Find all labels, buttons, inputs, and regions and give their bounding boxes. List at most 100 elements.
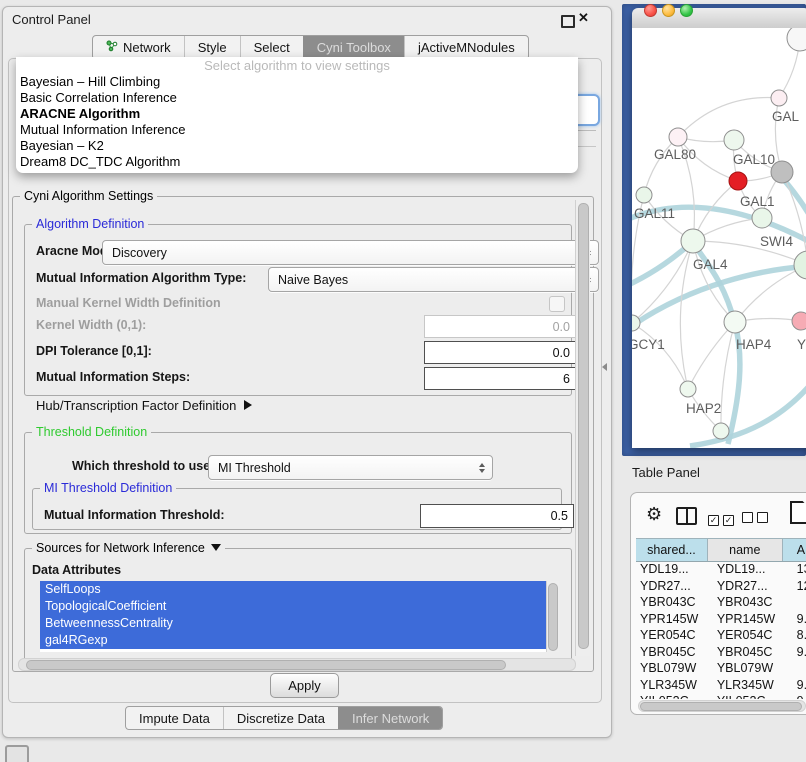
algorithm-option-bayesian-hill-climbing[interactable]: Bayesian – Hill Climbing [16, 74, 578, 90]
attribute-item-selfloops[interactable]: SelfLoops [40, 581, 546, 598]
settings-horizontal-scrollbar[interactable] [18, 658, 576, 671]
window-zoom-icon[interactable] [680, 4, 693, 17]
network-node-gal1[interactable] [729, 172, 747, 190]
table-row[interactable]: YDR27...YDR27...12 [636, 578, 806, 595]
mi-steps-field[interactable]: 6 [424, 367, 576, 390]
network-node-gal80[interactable] [669, 128, 687, 146]
background-groupbox-line [578, 130, 596, 131]
scrollbar-thumb[interactable] [26, 660, 506, 670]
network-node-gal[interactable] [771, 90, 787, 106]
network-node-hap4[interactable] [724, 311, 746, 333]
tab-select[interactable]: Select [240, 36, 303, 59]
table-cell: YBR045C [636, 644, 713, 661]
docked-panel-icon[interactable] [5, 745, 29, 762]
table-header-row: shared...nameA [636, 538, 806, 562]
network-node-swi4[interactable] [752, 208, 772, 228]
column-header-name[interactable]: name [708, 539, 783, 561]
attribute-item-betweennesscentrality[interactable]: BetweennessCentrality [40, 615, 546, 632]
settings-vertical-scrollbar[interactable] [575, 200, 590, 656]
table-cell: YDR27... [713, 578, 793, 595]
network-edge[interactable] [632, 323, 688, 389]
network-node-gal11[interactable] [636, 187, 652, 203]
network-node-label: HAP4 [736, 337, 772, 352]
table-row[interactable]: YBR045CYBR045C9. [636, 644, 806, 661]
tab-label: Network [123, 40, 171, 55]
table-row[interactable]: YBR043CYBR043C [636, 594, 806, 611]
attribute-item-gal4rgexp[interactable]: gal4RGexp [40, 632, 546, 649]
tab-infer-network[interactable]: Infer Network [338, 707, 442, 729]
table-settings-gear-icon[interactable]: ⚙ [646, 505, 662, 523]
column-header-a[interactable]: A [783, 539, 806, 561]
table-cell [793, 594, 806, 611]
tab-impute-data[interactable]: Impute Data [126, 707, 223, 729]
tab-style[interactable]: Style [184, 36, 240, 59]
kernel-width-label: Kernel Width (0,1): [36, 315, 146, 336]
network-node-label: GAL80 [654, 147, 696, 162]
mi-algorithm-type-select[interactable]: Naive Bayes [268, 267, 599, 292]
network-node-hap2[interactable] [680, 381, 696, 397]
table-cell: YBL079W [713, 660, 793, 677]
table-row[interactable]: YPR145WYPR145W9. [636, 611, 806, 628]
mi-threshold-field[interactable]: 0.5 [420, 504, 574, 528]
panel-splitter-handle[interactable] [602, 363, 607, 371]
algorithm-option-basic-correlation-inference[interactable]: Basic Correlation Inference [16, 90, 578, 106]
sources-legend[interactable]: Sources for Network Inference [32, 541, 225, 555]
network-node-label: GAL10 [733, 152, 775, 167]
aracne-mode-select[interactable]: Discovery [102, 240, 599, 265]
tab-jactivemnodules[interactable]: jActiveMNodules [404, 36, 528, 59]
network-node-ntop[interactable] [787, 28, 806, 51]
table-horizontal-scrollbar[interactable] [638, 700, 806, 712]
which-threshold-select[interactable]: MI Threshold [208, 455, 493, 480]
algorithm-option-mutual-information-inference[interactable]: Mutual Information Inference [16, 122, 578, 138]
algorithm-option-aracne-algorithm[interactable]: ARACNE Algorithm [16, 106, 578, 122]
float-panel-icon[interactable] [561, 15, 575, 28]
table-cell: 9. [793, 611, 806, 628]
export-table-icon[interactable] [790, 501, 806, 524]
table-row[interactable]: YBL079WYBL079W [636, 660, 806, 677]
hub-definition-toggle[interactable]: Hub/Transcription Factor Definition [36, 398, 252, 413]
table-row[interactable]: YDL19...YDL19...13 [636, 561, 806, 578]
deselect-all-checkboxes-icon[interactable] [742, 510, 772, 528]
window-minimize-icon[interactable] [662, 4, 675, 17]
scrollbar-thumb[interactable] [578, 203, 589, 649]
table-cell: YLR345W [713, 677, 793, 694]
algorithm-dropdown-popup: Select algorithm to view settings Bayesi… [16, 57, 578, 173]
attribute-item-topologicalcoefficient[interactable]: TopologicalCoefficient [40, 598, 546, 615]
apply-button[interactable]: Apply [270, 673, 339, 698]
network-edge[interactable] [644, 137, 678, 195]
mi-steps-label: Mutual Information Steps: [36, 367, 190, 388]
close-panel-icon[interactable]: ✕ [578, 10, 589, 26]
network-node-gal10[interactable] [724, 130, 744, 150]
algorithm-option-dream8-dc-tdc-algorithm[interactable]: Dream8 DC_TDC Algorithm [16, 154, 578, 170]
tab-label: Infer Network [352, 711, 429, 726]
table-row[interactable]: YIL052CYIL052C9. [636, 693, 806, 699]
select-all-checkboxes-icon[interactable]: ✓✓ [708, 510, 738, 528]
network-node-gal4[interactable] [681, 229, 705, 253]
table-body[interactable]: YDL19...YDL19...13YDR27...YDR27...12YBR0… [636, 561, 806, 699]
table-cell: YBR043C [713, 594, 793, 611]
table-row[interactable]: YLR345WYLR345W9. [636, 677, 806, 694]
scrollbar-thumb[interactable] [548, 583, 558, 651]
window-close-icon[interactable] [644, 4, 657, 17]
network-node-nbot[interactable] [713, 423, 729, 439]
tab-cyni-toolbox[interactable]: Cyni Toolbox [303, 36, 404, 59]
dpi-tolerance-field[interactable]: 0.0 [424, 341, 576, 364]
network-edge[interactable] [688, 322, 735, 389]
network-node-y[interactable] [792, 312, 806, 330]
column-header-shared[interactable]: shared... [636, 539, 708, 561]
algorithm-option-bayesian-k2[interactable]: Bayesian – K2 [16, 138, 578, 154]
network-canvas[interactable]: GALGAL80GAL10GAL1GAL11SWI4GAL4GCY1HAP4YH… [632, 28, 806, 448]
network-node-label: Y [797, 337, 806, 352]
tab-discretize-data[interactable]: Discretize Data [223, 707, 338, 729]
manual-kernel-width-checkbox[interactable] [549, 296, 565, 312]
table-cell: YPR145W [713, 611, 793, 628]
attribute-list-scrollbar[interactable] [546, 581, 559, 652]
scrollbar-thumb[interactable] [640, 702, 802, 711]
data-attributes-list[interactable]: SelfLoopsTopologicalCoefficientBetweenne… [40, 581, 546, 652]
network-node-bigr[interactable] [794, 251, 806, 279]
column-layout-icon[interactable] [676, 507, 697, 525]
network-window-titlebar[interactable] [632, 8, 806, 29]
kernel-width-field[interactable]: 0.0 [424, 315, 576, 338]
tab-network[interactable]: Network [93, 36, 184, 59]
table-row[interactable]: YER054CYER054C8. [636, 627, 806, 644]
